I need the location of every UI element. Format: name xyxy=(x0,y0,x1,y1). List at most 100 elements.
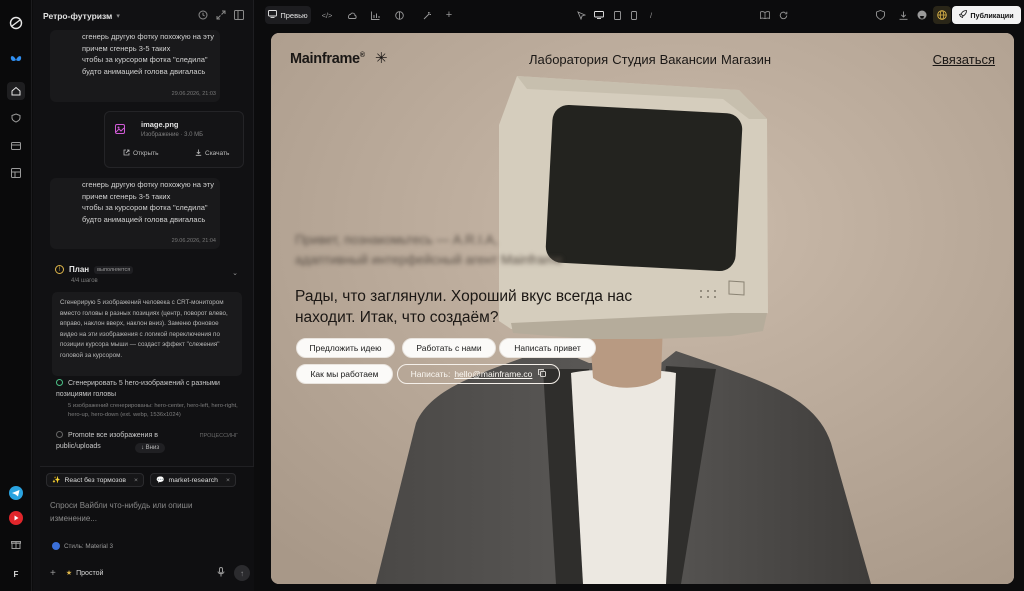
tshirt-shape xyxy=(571,369,676,584)
intro-line: Привет, познакомьтесь — A.R.I.A, xyxy=(295,232,498,247)
project-title[interactable]: Ретро-футуризм xyxy=(43,11,112,21)
send-button[interactable]: ↑ xyxy=(234,565,250,581)
copy-icon[interactable] xyxy=(538,369,547,379)
tab-preview-label: Превью xyxy=(280,10,308,20)
globe-icon[interactable] xyxy=(933,6,951,24)
chevron-down-icon[interactable]: ⌄ xyxy=(232,269,238,277)
nav-link-studio[interactable]: Студия xyxy=(612,52,655,67)
plan-steps-count: 4/4 шагов xyxy=(71,278,98,284)
download-file-button[interactable]: Скачать xyxy=(195,149,229,158)
add-tab-icon[interactable]: + xyxy=(440,6,458,24)
style-selector[interactable]: Стиль: Material 3 xyxy=(52,542,113,550)
nav-link-shop[interactable]: Магазин xyxy=(721,52,771,67)
microphone-icon[interactable] xyxy=(217,567,225,579)
magic-icon[interactable] xyxy=(418,6,436,24)
nav-link-lab[interactable]: Лаборатория xyxy=(529,52,608,67)
plus-icon[interactable]: + xyxy=(50,568,56,579)
pending-circle-icon xyxy=(56,431,63,438)
plan-header[interactable]: ! План выполняется xyxy=(55,265,134,274)
logo-icon[interactable] xyxy=(7,14,25,32)
contact-link[interactable]: Связаться xyxy=(933,52,995,67)
brand-logo[interactable]: Mainframe® xyxy=(290,51,365,67)
rocket-icon xyxy=(959,10,968,20)
cursor-icon[interactable] xyxy=(573,6,589,24)
chip-label: market-research xyxy=(168,476,218,484)
desktop-view-icon[interactable] xyxy=(591,6,607,24)
security-icon[interactable] xyxy=(872,6,888,24)
expand-icon[interactable] xyxy=(216,10,226,23)
plan-card: ! План выполняется 4/4 шагов ⌄ Сгенериру… xyxy=(40,257,254,470)
message-line: причем сгенерь 3-5 таких xyxy=(82,43,171,53)
mobile-view-icon[interactable] xyxy=(626,6,642,24)
monitor-icon xyxy=(268,10,278,20)
file-attachment: image.png Изображение · 3.0 МБ Открыть С… xyxy=(104,111,244,168)
home-icon[interactable] xyxy=(7,82,25,100)
cloud-icon[interactable] xyxy=(343,6,361,24)
status-badge: выполняется xyxy=(94,265,134,274)
plan-step-details: 5 изображений сгенерированы: hero-center… xyxy=(68,403,238,418)
work-with-us-button[interactable]: Работать с нами xyxy=(402,338,496,358)
path-separator-icon: / xyxy=(649,10,653,20)
context-chip[interactable]: ✨ React без тормозов × xyxy=(46,473,144,487)
nav-link-jobs[interactable]: Вакансии xyxy=(660,52,717,67)
gift-icon[interactable] xyxy=(7,535,25,553)
open-file-label: Открыть xyxy=(133,150,159,157)
history-icon[interactable] xyxy=(198,10,208,23)
plan-title: План xyxy=(69,265,90,274)
code-icon[interactable]: </> xyxy=(318,6,336,24)
suggest-idea-button[interactable]: Предложить идею xyxy=(296,338,395,358)
message-line: будто анимацией голова двигалась xyxy=(82,66,206,76)
intro-line: адаптивный интерфейсный агент Mainframe xyxy=(295,252,563,267)
user-message: сгенерь другую фотку похожую на эту прич… xyxy=(50,30,220,102)
app-window: F Ретро-футуризм ▾ сгенерь другую фотку … xyxy=(0,0,1024,591)
download-file-label: Скачать xyxy=(205,150,230,157)
context-chip[interactable]: 💬 market-research × xyxy=(150,473,236,487)
refresh-icon[interactable] xyxy=(775,6,791,24)
youtube-icon[interactable] xyxy=(7,509,25,527)
plan-info-icon: ! xyxy=(55,265,64,274)
plan-step-done: Сгенерировать 5 hero-изображений с разны… xyxy=(56,379,236,400)
close-icon[interactable]: × xyxy=(226,477,230,484)
site-nav: Лаборатория Студия Вакансии Магазин xyxy=(529,52,771,67)
email-button[interactable]: Написать: hello@mainframe.co xyxy=(397,364,560,384)
star-icon: ★ xyxy=(65,570,73,577)
image-file-icon xyxy=(115,124,125,134)
asterisk-icon: ✳ xyxy=(375,50,388,67)
mode-selector[interactable]: Простой xyxy=(76,570,103,577)
chart-icon[interactable] xyxy=(366,6,384,24)
arrow-down-icon: ↓ xyxy=(141,445,144,451)
brain-icon[interactable] xyxy=(390,6,408,24)
site-preview: Mainframe® ✳ Лаборатория Студия Вакансии… xyxy=(271,33,1014,584)
chat-input[interactable]: Спроси Вайбли что-нибудь или опиши измен… xyxy=(50,499,225,525)
tab-preview[interactable]: Превью xyxy=(265,6,311,24)
plan-step-pending: Promote все изображения в public/uploads xyxy=(56,431,196,452)
github-icon[interactable] xyxy=(914,6,930,24)
hero-headline: Рады, что заглянули. Хороший вкус всегда… xyxy=(295,288,633,326)
sidebar-toggle-icon[interactable] xyxy=(234,9,244,23)
message-line: сгенерь другую фотку похожую на эту xyxy=(82,180,214,189)
chat-header: Ретро-футуризм ▾ xyxy=(33,0,254,32)
close-icon[interactable]: × xyxy=(134,477,138,484)
how-we-work-button[interactable]: Как мы работаем xyxy=(296,364,393,384)
file-meta: Изображение · 3.0 МБ xyxy=(141,132,204,138)
publish-button[interactable]: Публикации xyxy=(952,6,1021,24)
book-icon[interactable] xyxy=(757,6,773,24)
download-icon[interactable] xyxy=(895,6,911,24)
card-icon[interactable] xyxy=(7,137,25,155)
chevron-down-icon[interactable]: ▾ xyxy=(116,12,120,20)
open-file-button[interactable]: Открыть xyxy=(123,149,159,158)
tablet-view-icon[interactable] xyxy=(609,6,625,24)
say-hello-button[interactable]: Написать привет xyxy=(499,338,596,358)
plan-step-title: Сгенерировать 5 hero-изображений с разны… xyxy=(56,380,220,398)
download-icon xyxy=(195,149,202,158)
telegram-icon[interactable] xyxy=(7,484,25,502)
shield-icon[interactable] xyxy=(7,109,25,127)
top-toolbar: Превью </> + / Публикации xyxy=(255,0,1024,32)
composer-actions: + ★ Простой ↑ xyxy=(50,565,250,581)
scroll-down-label: Вниз xyxy=(145,445,160,451)
message-line: будто анимацией голова двигалась xyxy=(82,214,206,224)
avatar[interactable]: F xyxy=(7,565,25,583)
scroll-down-button[interactable]: ↓ Вниз xyxy=(135,443,166,453)
layout-icon[interactable] xyxy=(7,164,25,182)
butterfly-icon[interactable] xyxy=(7,51,25,69)
